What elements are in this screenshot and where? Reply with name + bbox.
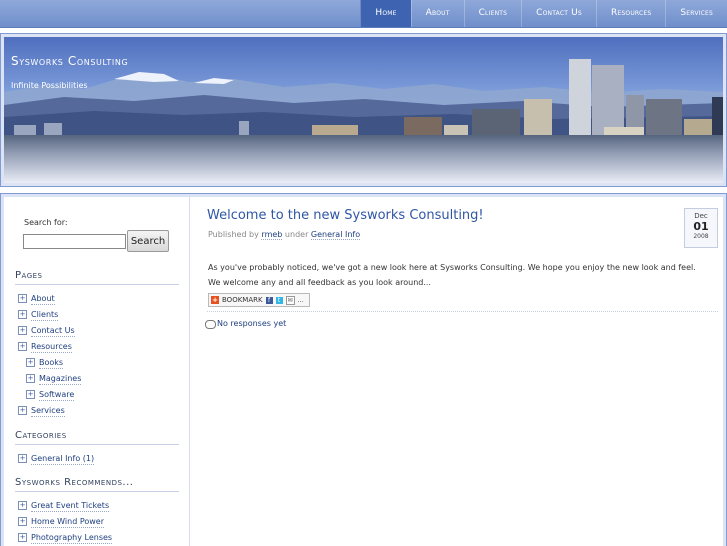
recommends-heading: Sysworks Recommends...	[15, 477, 179, 492]
post-meta-prefix: Published by	[208, 230, 259, 239]
sidebar-category-general-info[interactable]: General Info (1)	[31, 454, 95, 465]
sidebar-recommend-photography-lenses[interactable]: Photography Lenses	[31, 533, 113, 544]
expand-icon: +	[18, 406, 27, 415]
bookmark-button[interactable]: + BOOKMARK f t ✉ …	[208, 293, 310, 307]
sidebar-page-services[interactable]: Services	[31, 406, 65, 417]
responses-link[interactable]: No responses yet	[217, 319, 286, 328]
post-date-badge: Dec 01 2008	[684, 208, 718, 248]
header-frame: Sysworks Consulting Infinite Possibiliti…	[0, 33, 727, 187]
expand-icon: +	[18, 517, 27, 526]
expand-icon: +	[26, 358, 35, 367]
sidebar-recommend-wind-power[interactable]: Home Wind Power	[31, 517, 105, 528]
plus-icon: +	[211, 296, 219, 304]
facebook-icon: f	[265, 296, 273, 304]
site-title[interactable]: Sysworks Consulting	[11, 54, 128, 68]
post-meta: Published by rmeb under General Info	[208, 230, 361, 240]
nav-contact-us[interactable]: Contact Us	[521, 0, 596, 27]
expand-icon: +	[18, 310, 27, 319]
email-icon: ✉	[285, 295, 295, 305]
pages-heading: Pages	[15, 270, 179, 285]
sidebar-page-about[interactable]: About	[31, 294, 55, 305]
sidebar-page-clients[interactable]: Clients	[31, 310, 59, 321]
expand-icon: +	[18, 326, 27, 335]
post-body: As you've probably noticed, we've got a …	[208, 263, 696, 287]
expand-icon: +	[18, 501, 27, 510]
bookmark-label: BOOKMARK	[222, 296, 263, 304]
nav-resources[interactable]: Resources	[595, 0, 665, 27]
header-banner-image: Sysworks Consulting Infinite Possibiliti…	[4, 37, 723, 183]
post-date-day: 01	[693, 220, 709, 233]
expand-icon: +	[26, 374, 35, 383]
expand-icon: +	[18, 342, 27, 351]
expand-icon: +	[18, 454, 27, 463]
sidebar-page-magazines[interactable]: Magazines	[39, 374, 82, 385]
post-title[interactable]: Welcome to the new Sysworks Consulting!	[207, 208, 484, 223]
categories-heading: Categories	[15, 430, 179, 445]
content-inner: Search for: Search Pages + About + Clien…	[4, 197, 723, 546]
top-nav-bar: Home About Clients Contact Us Resources …	[0, 0, 727, 28]
twitter-icon: t	[275, 296, 283, 304]
nav-services[interactable]: Services	[665, 0, 727, 27]
post-date-year: 2008	[693, 233, 709, 240]
search-label: Search for:	[24, 218, 68, 227]
search-button[interactable]: Search	[127, 230, 169, 252]
expand-icon: +	[18, 533, 27, 542]
sidebar-page-resources[interactable]: Resources	[31, 342, 72, 353]
comment-bubble-icon	[205, 320, 216, 329]
nav-clients[interactable]: Clients	[463, 0, 522, 27]
expand-icon: +	[18, 294, 27, 303]
sidebar-page-contact-us[interactable]: Contact Us	[31, 326, 75, 337]
sidebar-page-software[interactable]: Software	[39, 390, 75, 401]
post-divider	[207, 311, 718, 312]
post-date-month: Dec	[694, 212, 708, 220]
sidebar: Search for: Search Pages + About + Clien…	[4, 197, 190, 546]
post-category-link[interactable]: General Info	[310, 230, 361, 240]
search-input[interactable]	[23, 234, 126, 249]
post-author-link[interactable]: rmeb	[261, 230, 283, 240]
content-frame: Search for: Search Pages + About + Clien…	[0, 193, 727, 546]
nav-about[interactable]: About	[410, 0, 464, 27]
main-nav: Home About Clients Contact Us Resources …	[360, 0, 727, 27]
post-meta-under: under	[284, 230, 309, 239]
nav-home[interactable]: Home	[360, 0, 411, 27]
sidebar-page-books[interactable]: Books	[39, 358, 64, 369]
more-icon: …	[297, 296, 304, 304]
sidebar-recommend-event-tickets[interactable]: Great Event Tickets	[31, 501, 110, 512]
site-tagline: Infinite Possibilities	[11, 81, 88, 90]
expand-icon: +	[26, 390, 35, 399]
